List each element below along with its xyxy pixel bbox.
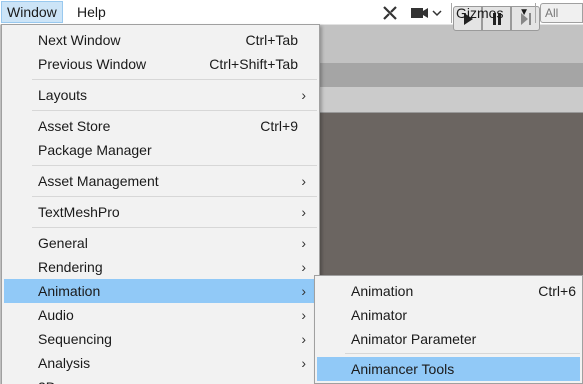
submenu-item-animator[interactable]: Animator	[317, 303, 580, 327]
chevron-right-icon: ›	[301, 87, 306, 103]
menu-item-label: General	[38, 235, 88, 251]
menu-item-label: Audio	[38, 307, 74, 323]
chevron-right-icon: ›	[301, 259, 306, 275]
tools-icon[interactable]	[380, 3, 400, 23]
menu-item-previous-window[interactable]: Previous Window Ctrl+Shift+Tab	[4, 52, 317, 76]
chevron-right-icon: ›	[301, 307, 306, 323]
chevron-right-icon: ›	[301, 204, 306, 220]
menu-item-next-window[interactable]: Next Window Ctrl+Tab	[4, 28, 317, 52]
menu-item-label: Layouts	[38, 87, 88, 103]
menu-item-label: TextMeshPro	[38, 204, 120, 220]
search-placeholder: All	[545, 6, 559, 20]
submenu-item-animancer-tools[interactable]: Animancer Tools	[317, 357, 580, 381]
menu-item-label: 2D	[38, 375, 56, 384]
menu-item-textmeshpro[interactable]: TextMeshPro ›	[4, 200, 317, 224]
menu-separator	[32, 79, 317, 80]
menu-item-rendering[interactable]: Rendering ›	[4, 255, 317, 279]
menu-item-2d[interactable]: 2D ›	[4, 375, 317, 384]
menu-item-layouts[interactable]: Layouts ›	[4, 83, 317, 107]
menu-item-shortcut: Ctrl+Tab	[245, 32, 298, 48]
submenu-item-label: Animator Parameter	[351, 331, 477, 347]
menu-item-label: Asset Management	[38, 173, 159, 189]
menu-separator	[32, 196, 317, 197]
menu-item-label: Rendering	[38, 259, 103, 275]
menu-item-label: Next Window	[38, 32, 121, 48]
gizmos-button[interactable]: Gizmos ▼	[451, 3, 536, 23]
menu-separator	[32, 165, 317, 166]
submenu-item-label: Animation	[351, 283, 414, 299]
submenu-separator	[345, 353, 580, 354]
menu-item-label: Sequencing	[38, 331, 112, 347]
menu-item-label: Analysis	[38, 355, 91, 371]
chevron-right-icon: ›	[301, 235, 306, 251]
chevron-down-icon: ▼	[519, 7, 529, 18]
submenu-item-label: Animancer Tools	[351, 361, 455, 377]
search-input[interactable]: All	[540, 3, 583, 23]
menu-item-label: Asset Store	[38, 118, 111, 134]
chevron-right-icon: ›	[301, 375, 306, 384]
menu-item-shortcut: Ctrl+Shift+Tab	[209, 56, 298, 72]
camera-icon[interactable]	[409, 3, 445, 23]
menu-help[interactable]: Help	[72, 1, 111, 23]
menu-item-asset-store[interactable]: Asset Store Ctrl+9	[4, 114, 317, 138]
chevron-right-icon: ›	[301, 283, 306, 299]
menu-item-asset-management[interactable]: Asset Management ›	[4, 169, 317, 193]
menu-item-shortcut: Ctrl+9	[260, 118, 298, 134]
animation-submenu: Animation Ctrl+6 Animator Animator Param…	[314, 275, 583, 384]
menu-item-general[interactable]: General ›	[4, 231, 317, 255]
menu-item-sequencing[interactable]: Sequencing ›	[4, 327, 317, 351]
menu-window[interactable]: Window	[1, 1, 63, 23]
menu-item-label: Package Manager	[38, 142, 152, 158]
window-menu: Next Window Ctrl+Tab Previous Window Ctr…	[1, 24, 320, 384]
submenu-item-animation[interactable]: Animation Ctrl+6	[317, 279, 580, 303]
menu-item-animation[interactable]: Animation ›	[4, 279, 317, 303]
chevron-right-icon: ›	[301, 355, 306, 371]
chevron-right-icon: ›	[301, 331, 306, 347]
menu-separator	[32, 110, 317, 111]
menu-item-audio[interactable]: Audio ›	[4, 303, 317, 327]
gizmos-label: Gizmos	[456, 5, 504, 21]
menu-item-package-manager[interactable]: Package Manager	[4, 138, 317, 162]
submenu-item-animator-parameter[interactable]: Animator Parameter	[317, 327, 580, 351]
menu-item-analysis[interactable]: Analysis ›	[4, 351, 317, 375]
chevron-right-icon: ›	[301, 173, 306, 189]
menu-item-label: Animation	[38, 283, 101, 299]
submenu-item-shortcut: Ctrl+6	[538, 283, 576, 299]
play-toolbar	[320, 25, 583, 63]
scene-tab-strip	[320, 63, 583, 87]
scene-toolbar	[320, 87, 583, 113]
menu-separator	[32, 227, 317, 228]
menu-item-label: Previous Window	[38, 56, 147, 72]
submenu-item-label: Animator	[351, 307, 408, 323]
